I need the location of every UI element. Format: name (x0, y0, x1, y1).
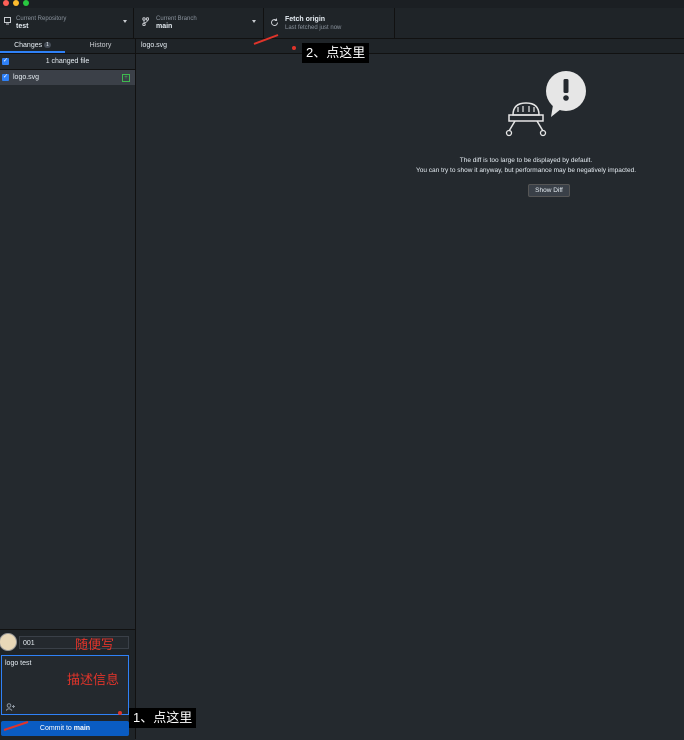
step1-annotation: 1、点这里 (129, 708, 197, 728)
annotation-dot (118, 711, 122, 715)
arrow-to-commit (3, 721, 29, 731)
step2-annotation: 2、点这里 (302, 43, 370, 63)
annotation-dot (292, 46, 296, 50)
arrow-to-fetch (253, 34, 279, 45)
annotation-arrows (3, 34, 279, 731)
